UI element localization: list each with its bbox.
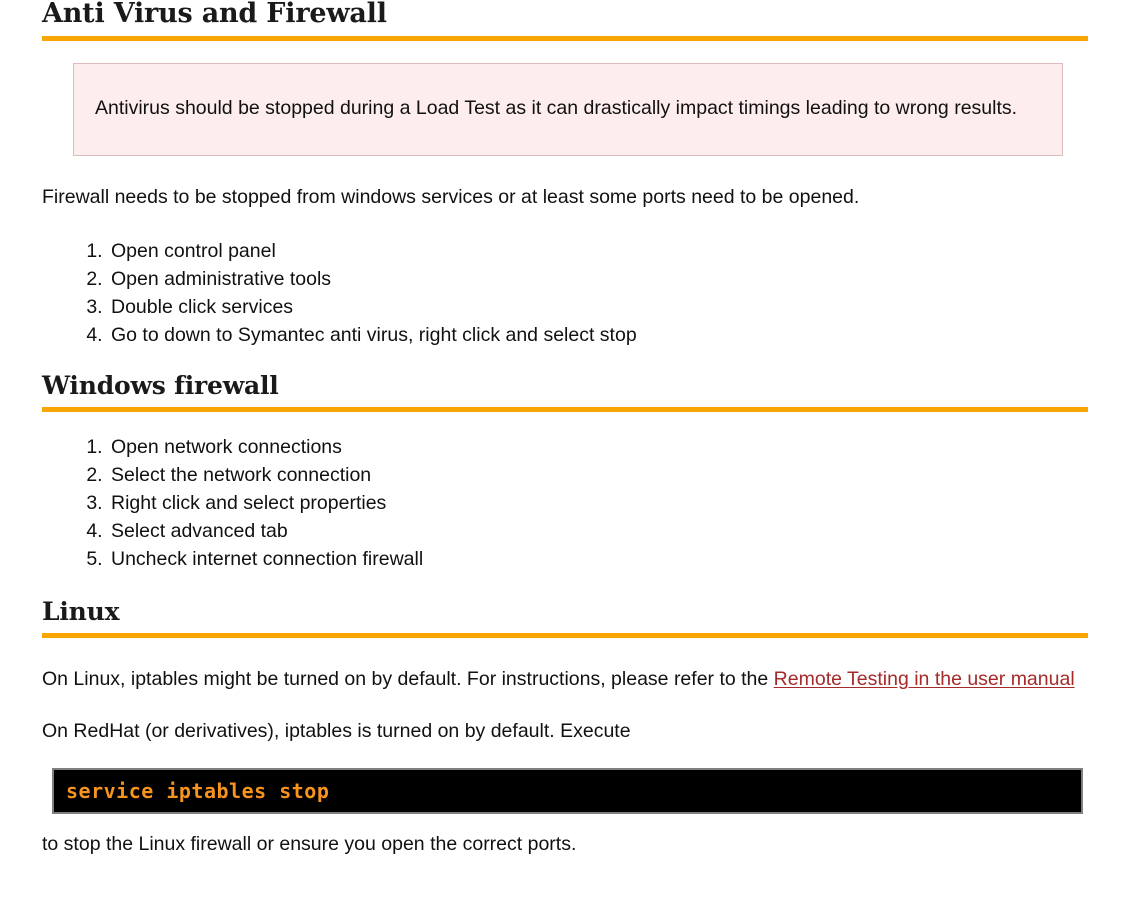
shell-command-text: service iptables stop (66, 779, 330, 803)
shell-command-code-block[interactable]: service iptables stop (52, 768, 1083, 814)
list-item: Select the network connection (108, 461, 1088, 489)
firewall-intro-paragraph: Firewall needs to be stopped from window… (42, 186, 860, 208)
windows-firewall-steps-list: Open network connections Select the netw… (42, 433, 1088, 573)
document-content: Anti Virus and Firewall Antivirus should… (42, 0, 1088, 858)
closing-paragraph: to stop the Linux firewall or ensure you… (42, 833, 577, 855)
linux-paragraph-lead: On Linux, iptables might be turned on by… (42, 668, 774, 690)
list-item: Right click and select properties (108, 489, 1088, 517)
heading-anti-virus-and-firewall: Anti Virus and Firewall (42, 0, 387, 29)
heading-linux: Linux (42, 597, 120, 626)
remote-testing-manual-link[interactable]: Remote Testing in the user manual (774, 668, 1075, 690)
list-item: Uncheck internet connection firewall (108, 545, 1088, 573)
redhat-paragraph: On RedHat (or derivatives), iptables is … (42, 720, 631, 742)
linux-iptables-paragraph: On Linux, iptables might be turned on by… (42, 665, 1088, 693)
heading-windows-firewall: Windows firewall (42, 371, 279, 400)
list-item: Open network connections (108, 433, 1088, 461)
antivirus-warning-text: Antivirus should be stopped during a Loa… (95, 97, 1018, 119)
antivirus-steps-list: Open control panel Open administrative t… (42, 237, 1088, 349)
list-item: Double click services (108, 293, 1088, 321)
list-item: Go to down to Symantec anti virus, right… (108, 321, 1088, 349)
list-item: Open control panel (108, 237, 1088, 265)
list-item: Select advanced tab (108, 517, 1088, 545)
list-item: Open administrative tools (108, 265, 1088, 293)
antivirus-warning-callout: Antivirus should be stopped during a Loa… (73, 63, 1063, 156)
document-page: Anti Virus and Firewall Antivirus should… (0, 0, 1138, 913)
